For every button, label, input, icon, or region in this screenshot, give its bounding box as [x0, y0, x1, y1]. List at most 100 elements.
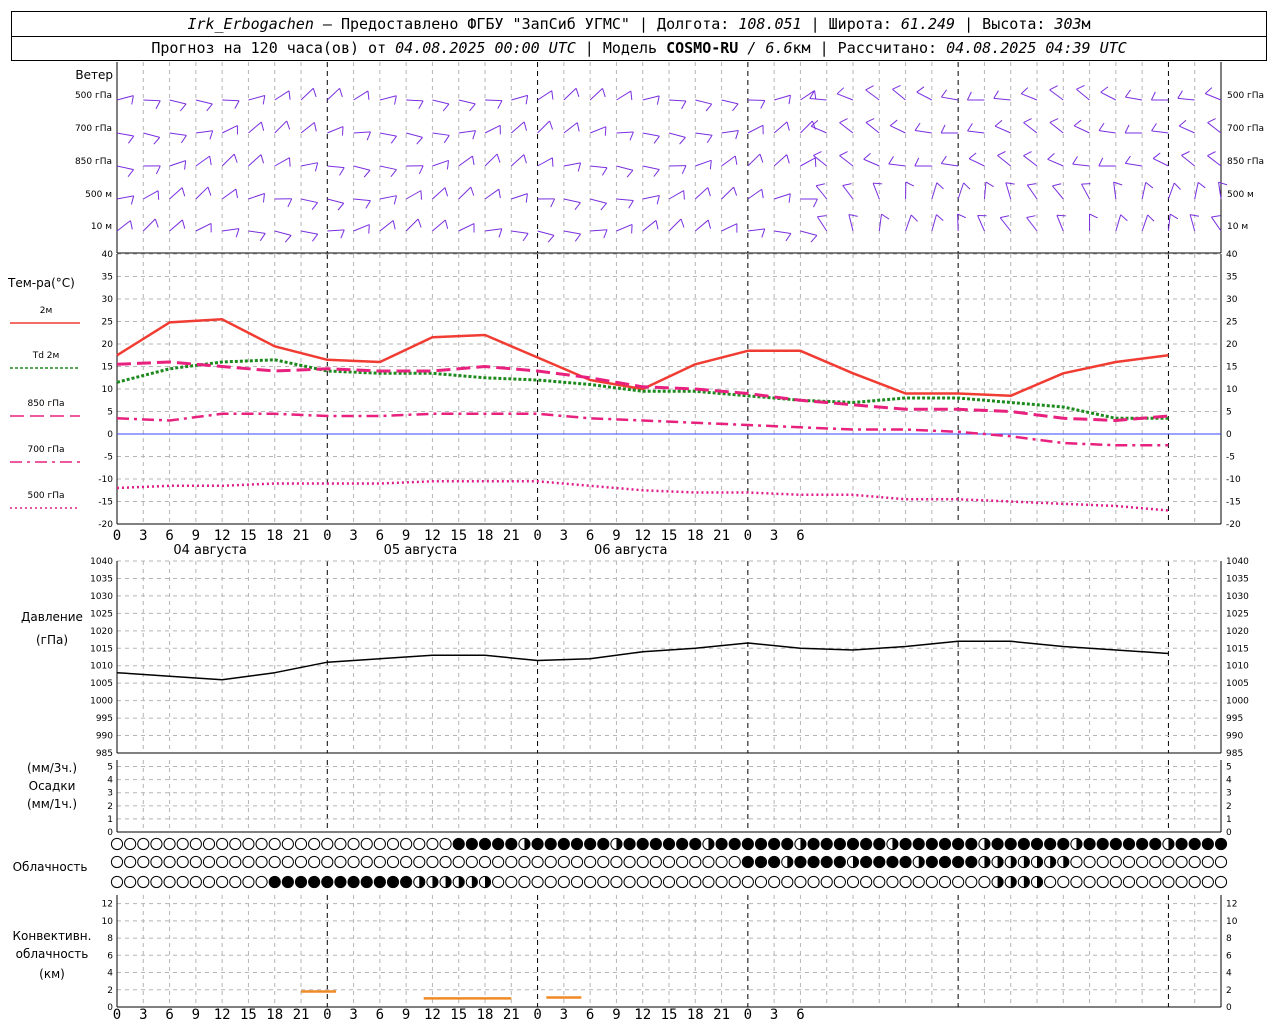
xtick-top: 21 — [713, 528, 730, 544]
wind-barb-feather — [1173, 182, 1181, 190]
cloud-cell — [886, 855, 899, 869]
cloud-cell — [1214, 875, 1228, 889]
wind-barb-feather — [968, 152, 977, 160]
cloud-cell — [1201, 837, 1214, 851]
cloud-cell-half — [1076, 838, 1083, 850]
wind-barb-feather — [127, 169, 135, 178]
cloud-cell — [124, 837, 137, 851]
wind-barb-feather — [985, 181, 994, 188]
wind-barb-feather — [626, 169, 634, 178]
cloud-cell — [1044, 875, 1057, 889]
wind-barb-feather — [1204, 87, 1213, 94]
wind-barb — [484, 153, 498, 167]
wind-barb-feather — [1152, 152, 1161, 159]
cloud-cell — [334, 855, 347, 869]
xtick-top: 18 — [477, 528, 494, 544]
cloud-cell — [1214, 837, 1228, 851]
wind-barb-feather — [1098, 157, 1104, 167]
wind-barb — [379, 95, 397, 101]
wind-barb-feather — [525, 95, 529, 105]
cloud-cell — [229, 875, 242, 889]
cloud-cell — [676, 837, 689, 851]
wind-barb — [1005, 182, 1012, 200]
wind-barb — [815, 185, 828, 200]
cloud-cell — [899, 855, 912, 869]
wind-barb — [327, 198, 344, 204]
wind-barb — [721, 129, 739, 134]
cloud-cell — [1201, 855, 1214, 869]
wind-barb — [747, 188, 763, 200]
wind-level-label-right: 10 м — [1227, 222, 1248, 232]
wind-barb — [274, 90, 290, 101]
wind-barb — [116, 132, 134, 137]
precip-ytick-right: 1 — [1226, 815, 1232, 825]
wind-barb-feather — [575, 88, 580, 97]
cloud-cell — [781, 875, 794, 889]
cloud-cell — [255, 875, 268, 889]
wind-barb-feather — [154, 218, 159, 228]
cloud-cell — [492, 837, 505, 851]
cloud-cell — [386, 855, 400, 869]
cloud-cell — [597, 837, 610, 851]
wind-barb — [116, 220, 131, 232]
wind-barb — [510, 154, 525, 167]
pres-ytick-right: 1030 — [1226, 592, 1249, 602]
cloud-cell — [689, 855, 702, 869]
wind-barb-feather — [131, 95, 134, 105]
cloud-cell — [505, 875, 518, 889]
pres-ytick-left: 1035 — [90, 574, 113, 584]
wind-barb-feather — [759, 153, 764, 163]
cloud-cell-half — [1063, 856, 1069, 868]
xtick-bottom: 0 — [533, 1007, 541, 1023]
wind-barb — [300, 230, 318, 235]
cloud-cell — [189, 855, 202, 869]
wind-barb — [1152, 158, 1169, 167]
wind-barb-feather — [914, 122, 921, 131]
cloud-cell — [860, 837, 873, 851]
xtick-top: 3 — [560, 528, 568, 544]
cloud-cell — [1044, 837, 1057, 851]
wind-barb — [458, 99, 476, 105]
cloud-cell — [728, 837, 741, 851]
cloud-cell-half — [1023, 856, 1030, 868]
cloud-cell — [294, 875, 308, 889]
wind-barb — [537, 120, 550, 134]
wind-barb — [668, 190, 684, 200]
wind-barb — [916, 91, 933, 101]
wind-barb — [405, 218, 419, 232]
wind-barb — [848, 214, 854, 232]
wind-barb — [406, 132, 423, 138]
cloud-cell — [623, 837, 636, 851]
cloud-cell — [1122, 855, 1136, 869]
cloud-cell — [689, 875, 702, 889]
wind-barb — [721, 223, 738, 232]
xtick-top: 12 — [214, 528, 231, 544]
wind-barb — [694, 219, 709, 232]
wind-barb-feather — [1100, 86, 1109, 93]
xtick-bottom: 6 — [165, 1007, 173, 1023]
temp-ytick-left: 35 — [102, 273, 113, 283]
xtick-bottom: 3 — [770, 1007, 778, 1023]
cloud-cell — [492, 875, 505, 889]
pres-ytick-right: 1000 — [1226, 697, 1249, 707]
wind-barb — [695, 159, 712, 167]
cloud-cell — [1030, 837, 1044, 851]
wind-barb — [774, 230, 792, 235]
cloud-cell — [308, 837, 321, 851]
cloud-cell — [781, 837, 794, 851]
wind-barb — [993, 97, 1011, 101]
pres-ytick-left: 1030 — [90, 592, 113, 602]
cloud-cell — [268, 837, 281, 851]
cloud-cell — [570, 837, 584, 851]
precip-label-2: Осадки — [29, 779, 76, 793]
wind-barb-feather — [1005, 182, 1015, 185]
cloud-cell — [794, 855, 807, 869]
pres-ytick-left: 1015 — [90, 644, 113, 654]
xtick-top: 9 — [192, 528, 200, 544]
wind-barb — [248, 121, 262, 134]
wind-barb — [248, 192, 265, 200]
wind-barb-feather — [735, 130, 739, 140]
cloud-cell — [846, 875, 860, 889]
cloud-cell — [610, 875, 623, 889]
temp-ytick-left: 20 — [102, 340, 114, 350]
